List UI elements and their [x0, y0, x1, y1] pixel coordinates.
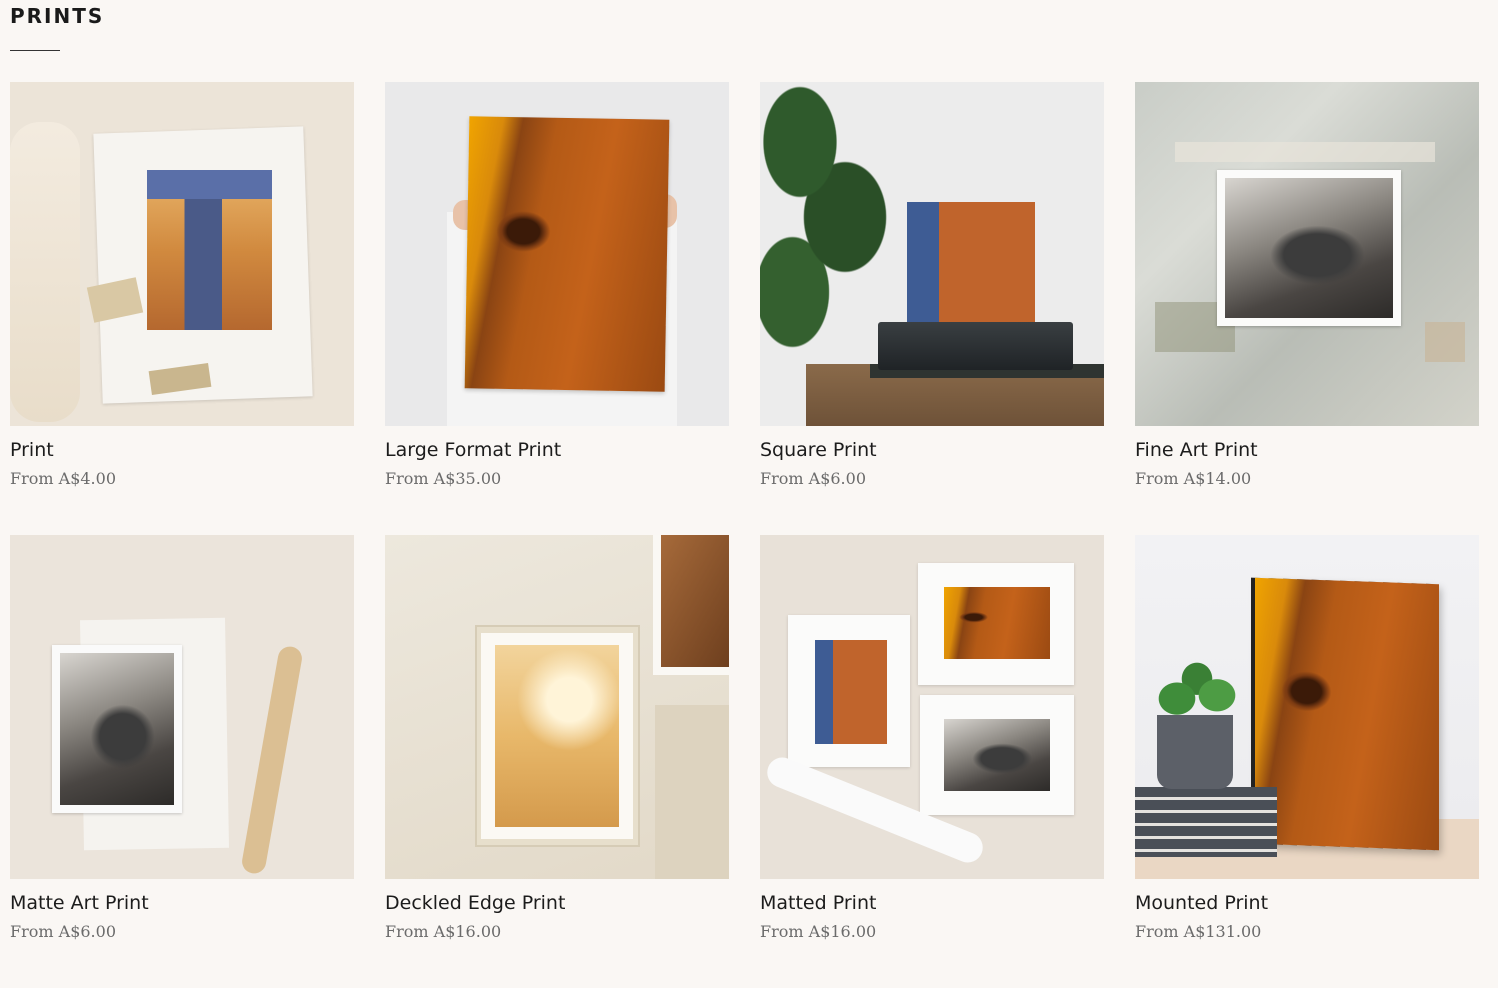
product-image[interactable]: [1135, 535, 1479, 879]
product-image[interactable]: [10, 535, 354, 879]
product-name[interactable]: Deckled Edge Print: [385, 892, 729, 914]
product-price: From A$131.00: [1135, 922, 1262, 941]
product-price: From A$14.00: [1135, 469, 1252, 488]
product-image[interactable]: [760, 535, 1104, 879]
product-price: From A$16.00: [385, 922, 502, 941]
product-name[interactable]: Large Format Print: [385, 439, 729, 461]
product-card-square-print[interactable]: Square Print From A$6.00: [760, 82, 1104, 535]
product-price: From A$6.00: [760, 469, 866, 488]
title-underline: [10, 50, 60, 51]
product-name[interactable]: Matte Art Print: [10, 892, 354, 914]
product-name[interactable]: Fine Art Print: [1135, 439, 1479, 461]
product-card-mounted-print[interactable]: Mounted Print From A$131.00: [1135, 535, 1479, 988]
product-price: From A$6.00: [10, 922, 116, 941]
section-title: PRINTS: [10, 4, 105, 28]
product-image[interactable]: [385, 535, 729, 879]
product-card-matte-art-print[interactable]: Matte Art Print From A$6.00: [10, 535, 354, 988]
product-image[interactable]: [760, 82, 1104, 426]
product-name[interactable]: Print: [10, 439, 354, 461]
product-grid: Print From A$4.00 Large Format Print Fro…: [10, 82, 1479, 988]
product-image[interactable]: [385, 82, 729, 426]
product-card-matted-print[interactable]: Matted Print From A$16.00: [760, 535, 1104, 988]
product-price: From A$4.00: [10, 469, 116, 488]
product-name[interactable]: Square Print: [760, 439, 1104, 461]
product-card-print[interactable]: Print From A$4.00: [10, 82, 354, 535]
product-name[interactable]: Mounted Print: [1135, 892, 1479, 914]
product-image[interactable]: [10, 82, 354, 426]
product-name[interactable]: Matted Print: [760, 892, 1104, 914]
product-image[interactable]: [1135, 82, 1479, 426]
product-card-fine-art-print[interactable]: Fine Art Print From A$14.00: [1135, 82, 1479, 535]
product-price: From A$35.00: [385, 469, 502, 488]
product-card-deckled-edge-print[interactable]: Deckled Edge Print From A$16.00: [385, 535, 729, 988]
product-price: From A$16.00: [760, 922, 877, 941]
product-card-large-format-print[interactable]: Large Format Print From A$35.00: [385, 82, 729, 535]
